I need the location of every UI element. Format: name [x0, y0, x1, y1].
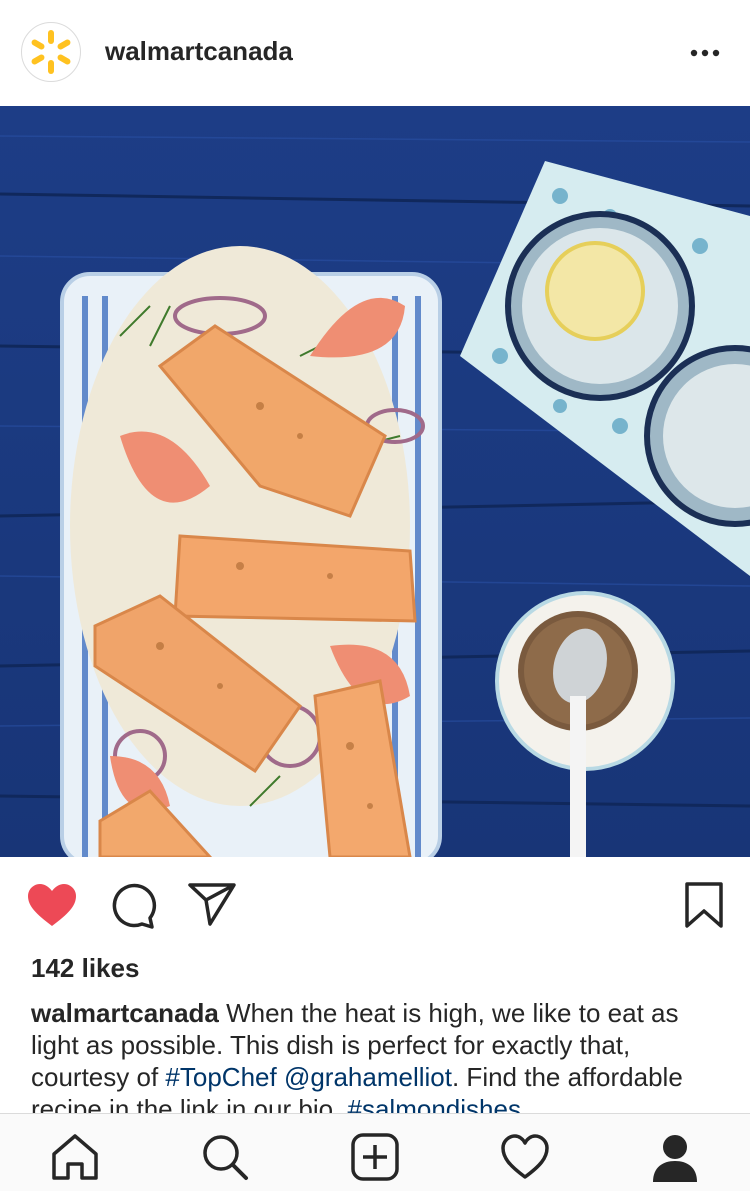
home-icon[interactable]	[50, 1132, 100, 1182]
post-actions-bar	[0, 857, 750, 947]
profile-icon[interactable]	[650, 1132, 700, 1182]
more-options-icon[interactable]	[680, 36, 730, 70]
heart-outline-icon[interactable]	[500, 1132, 550, 1182]
paper-plane-icon[interactable]	[188, 882, 236, 926]
bookmark-icon[interactable]	[684, 881, 724, 929]
add-post-icon[interactable]	[350, 1132, 400, 1182]
post-username[interactable]: walmartcanada	[105, 36, 293, 67]
comment-icon[interactable]	[108, 882, 158, 930]
post-header: walmartcanada	[0, 0, 750, 106]
mention-link[interactable]: @grahamelliot	[284, 1062, 452, 1092]
walmart-spark-logo	[31, 30, 71, 74]
hashtag-link[interactable]: #TopChef	[165, 1062, 276, 1092]
likes-count[interactable]: 142 likes	[31, 953, 139, 984]
profile-avatar[interactable]	[21, 22, 81, 82]
bottom-tab-bar	[0, 1113, 750, 1191]
caption-space	[277, 1062, 284, 1092]
search-icon[interactable]	[200, 1132, 250, 1182]
caption-username[interactable]: walmartcanada	[31, 998, 219, 1028]
post-caption: walmartcanada When the heat is high, we …	[31, 997, 731, 1115]
heart-filled-icon[interactable]	[26, 882, 78, 928]
hashtag-link-2[interactable]: #salmondishes	[348, 1094, 521, 1115]
post-image[interactable]	[0, 106, 750, 857]
